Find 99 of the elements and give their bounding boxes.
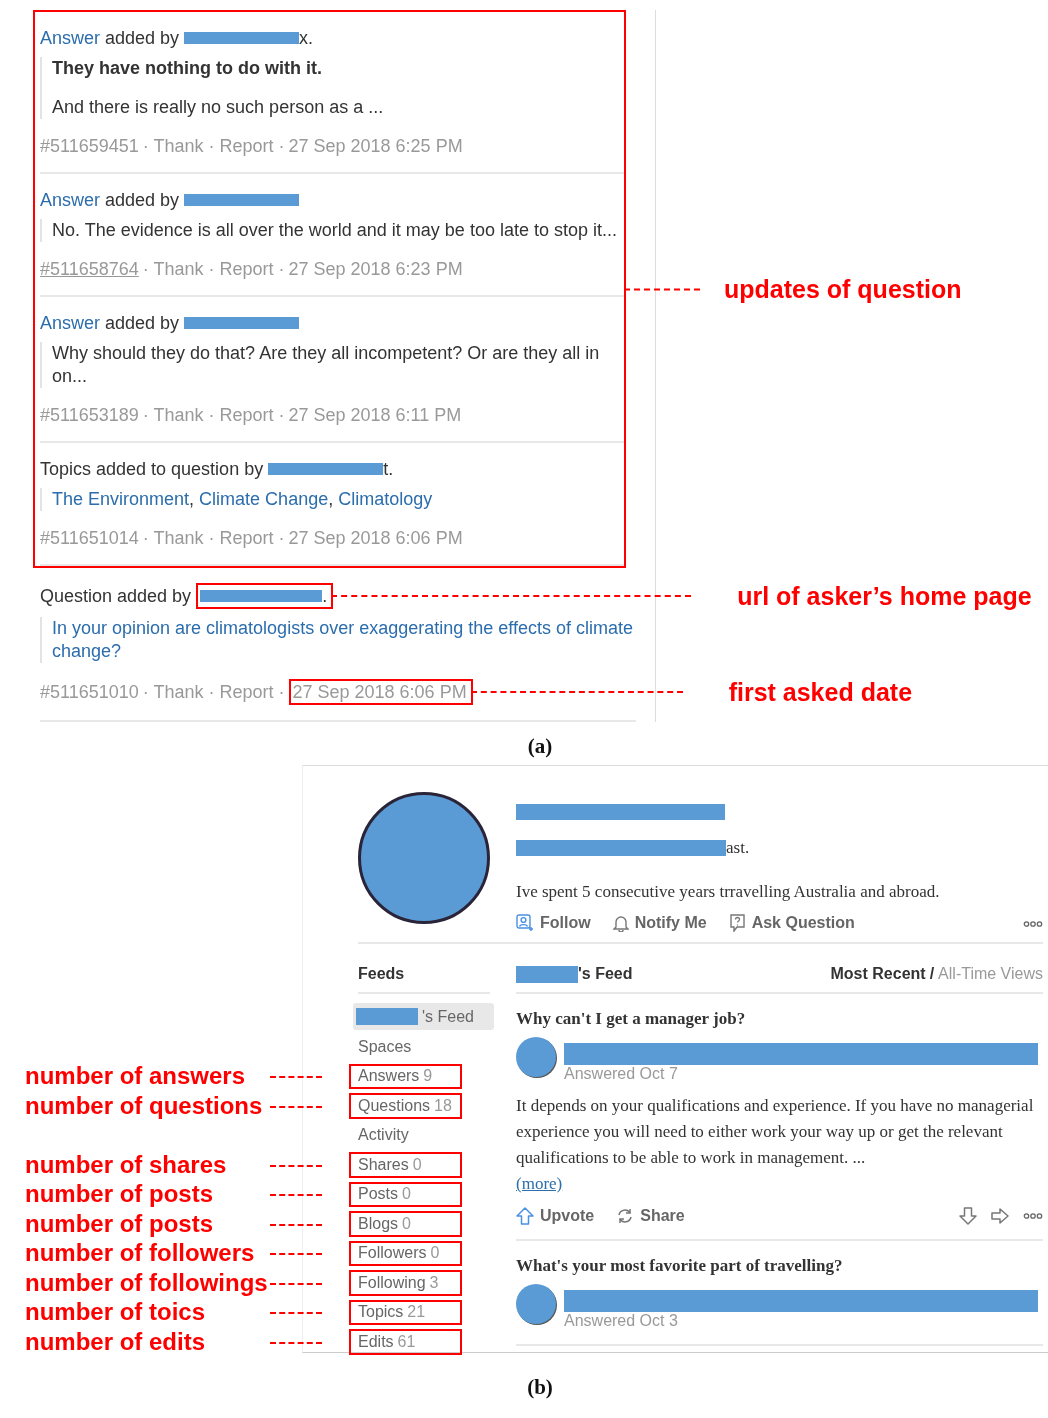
annotation-label: number of posts: [25, 1180, 213, 1208]
entry-lead: added by: [105, 189, 180, 211]
leader-line: [270, 1105, 322, 1108]
leader-line: [270, 1312, 322, 1315]
sidebar-heading: Feeds: [358, 965, 490, 994]
answer-text: And there is really no such person as a ...: [52, 96, 385, 119]
entry-lead: added by: [105, 312, 180, 334]
sidebar-item[interactable]: Following 3: [349, 1270, 462, 1296]
question-link[interactable]: In your opinion are climatologists over exaggerating the effects of climate change?: [52, 617, 636, 663]
entry-lead: added by: [105, 27, 180, 49]
sort-option[interactable]: Most Recent: [830, 965, 926, 983]
entry-actions: · Thank · Report ·: [142, 404, 285, 426]
profile-action-button[interactable]: Notify Me: [612, 914, 707, 932]
annotation-label: number of followers: [25, 1239, 255, 1267]
answer-text: It depends on your qualifications and experience. If you have no managerial experience you will need to either work your way up or get the relevant qualifications to be able to work in management. ...: [516, 1096, 1034, 1167]
annotation-label: updates of question: [724, 274, 962, 304]
answer-link[interactable]: Answer: [40, 189, 101, 211]
sidebar-item[interactable]: Posts 0: [349, 1181, 462, 1207]
leader-line: [270, 1253, 322, 1256]
avatar-circle: [516, 1037, 556, 1077]
entry-id-link[interactable]: #511658764: [40, 258, 139, 280]
sidebar-item[interactable]: Activity: [349, 1122, 490, 1148]
author-suffix: x.: [299, 27, 314, 49]
annotation-label: number of toics: [25, 1298, 205, 1326]
feed-title: 's Feed: [578, 965, 633, 983]
answer-link[interactable]: Answer: [40, 27, 101, 49]
separator-text: ,: [328, 489, 334, 509]
leader-line: [270, 1223, 322, 1226]
figure-caption: (b): [526, 1375, 554, 1400]
bell-icon: [612, 914, 629, 932]
sidebar-item[interactable]: Spaces: [349, 1034, 490, 1060]
leader-line: [270, 1194, 322, 1197]
sidebar-item[interactable]: Questions 18: [349, 1093, 462, 1119]
sidebar-item[interactable]: Blogs 0: [349, 1211, 462, 1237]
annotation-label: number of posts: [25, 1209, 213, 1237]
sidebar-item[interactable]: Followers 0: [349, 1240, 462, 1266]
topic-link[interactable]: Climate Change: [199, 489, 329, 509]
leader-line: [270, 1076, 322, 1079]
entry-id-link[interactable]: #511651010: [40, 681, 139, 703]
answer-text: No. The evidence is all over the world and it may be too late to stop it...: [52, 219, 618, 242]
leader-line: [270, 1164, 322, 1167]
answer-link[interactable]: Answer: [40, 312, 101, 334]
sidebar-item[interactable]: Topics 21: [349, 1299, 462, 1325]
answer-text: They have nothing to do with it.: [52, 57, 323, 80]
share-arrow-icon[interactable]: [991, 1207, 1009, 1225]
sidebar-item[interactable]: 's Feed: [353, 1003, 494, 1030]
question-title[interactable]: Why can't I get a manager job?: [516, 1009, 1043, 1029]
annotation-label: number of followings: [25, 1268, 268, 1296]
question-bubble-icon: [728, 914, 746, 932]
entry-lead: Question added by: [40, 585, 192, 607]
separator-text: /: [929, 965, 935, 983]
author-suffix: .: [322, 585, 328, 607]
separator-text: ,: [189, 489, 195, 509]
downvote-arrow-icon[interactable]: [959, 1207, 977, 1225]
question-title[interactable]: What's your most favorite part of travelling?: [516, 1256, 1043, 1276]
entry-date: 27 Sep 2018 6:23 PM: [288, 258, 463, 280]
annotation-label: number of edits: [25, 1327, 205, 1355]
profile-action-button[interactable]: Ask Question: [728, 914, 855, 932]
more-icon[interactable]: [1023, 1212, 1043, 1220]
profile-action-button[interactable]: Follow: [516, 914, 591, 932]
entry-date: 27 Sep 2018 6:06 PM: [288, 527, 463, 549]
entry-date: 27 Sep 2018 6:25 PM: [288, 135, 463, 157]
annotation-label: first asked date: [728, 681, 913, 703]
leader-line: [270, 1282, 322, 1285]
circular-arrows-icon: [616, 1207, 635, 1225]
sidebar-item[interactable]: Answers 9: [349, 1063, 462, 1089]
avatar-circle: [516, 1284, 556, 1324]
topic-link[interactable]: The Environment: [52, 489, 190, 509]
author-suffix: t.: [383, 458, 394, 480]
tagline-suffix: ast.: [726, 838, 750, 858]
entry-actions: · Thank · Report ·: [142, 258, 285, 280]
answered-date: Answered Oct 7: [564, 1065, 679, 1083]
more-link[interactable]: (more): [516, 1171, 563, 1197]
entry-id-link[interactable]: #511651014: [40, 527, 139, 549]
sidebar-item[interactable]: Shares 0: [349, 1152, 462, 1178]
entry-id-link[interactable]: #511659451: [40, 135, 139, 157]
upvote-arrow-icon: [516, 1207, 534, 1225]
answer-action-button[interactable]: Share: [616, 1207, 685, 1225]
entry-actions: · Thank · Report ·: [142, 135, 285, 157]
more-icon[interactable]: [1023, 920, 1043, 928]
redaction-bar: [516, 965, 578, 983]
annotation-label: number of answers: [25, 1062, 246, 1090]
entry-actions: · Thank · Report ·: [142, 527, 285, 549]
topic-link[interactable]: Climatology: [338, 489, 433, 509]
profile-bio: Ive spent 5 consecutive years trravelling Australia and abroad.: [516, 882, 941, 902]
annotation-label: number of shares: [25, 1150, 227, 1178]
figure-caption: (a): [526, 734, 554, 759]
sort-option[interactable]: All-Time Views: [938, 965, 1043, 983]
entry-id-link[interactable]: #511653189: [40, 404, 139, 426]
entry-actions: · Thank · Report ·: [142, 681, 285, 703]
answer-action-button[interactable]: Upvote: [516, 1207, 595, 1225]
entry-date: 27 Sep 2018 6:11 PM: [288, 404, 462, 426]
sidebar-item[interactable]: Edits 61: [349, 1329, 462, 1355]
entry-lead: Topics added to question by: [40, 458, 264, 480]
answer-text: Why should they do that? Are they all incompetent? Or are they all in on...: [52, 342, 601, 388]
add-person-icon: [516, 914, 534, 932]
answered-date: Answered Oct 3: [564, 1312, 679, 1330]
leader-line: [270, 1341, 322, 1344]
annotation-label: number of questions: [25, 1091, 263, 1119]
